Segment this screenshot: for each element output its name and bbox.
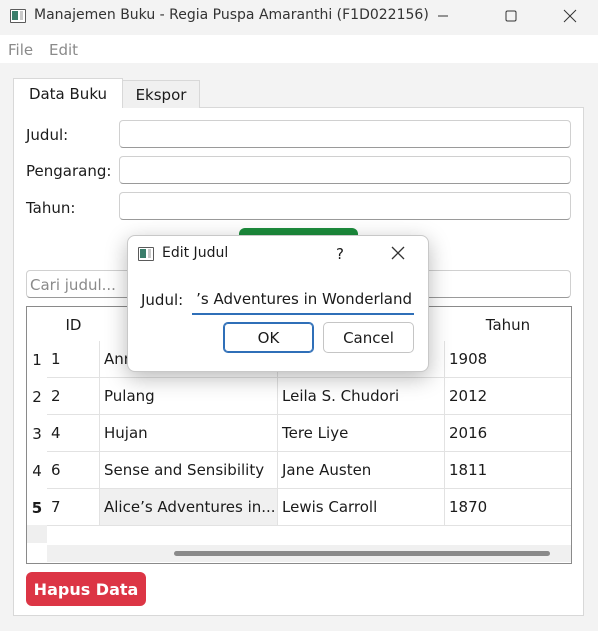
cell-pengarang[interactable]: Jane Austen (278, 452, 445, 489)
row-number[interactable]: 1 (27, 341, 47, 378)
pengarang-label: Pengarang: (26, 162, 112, 180)
cell-judul[interactable]: Pulang (100, 378, 278, 415)
cell-tahun[interactable]: 1811 (445, 452, 571, 489)
judul-label: Judul: (26, 126, 69, 144)
menu-edit[interactable]: Edit (49, 41, 78, 59)
table-corner (27, 525, 47, 543)
cell-tahun[interactable]: 1870 (445, 489, 571, 526)
delete-button[interactable]: Hapus Data (26, 572, 146, 606)
window-title: Manajemen Buku - Regia Puspa Amaranthi (… (34, 7, 429, 23)
close-icon[interactable] (547, 0, 593, 32)
help-icon[interactable]: ? (330, 245, 350, 263)
tab-data-buku[interactable]: Data Buku (13, 78, 123, 108)
dialog-judul-label: Judul: (141, 291, 184, 309)
maximize-icon[interactable] (488, 0, 534, 32)
cell-judul[interactable]: Sense and Sensibility (100, 452, 278, 489)
app-window-icon (10, 9, 26, 23)
dialog-judul-input[interactable]: ’s Adventures in Wonderland (192, 286, 414, 315)
scrollbar-thumb[interactable] (174, 551, 550, 556)
cell-id[interactable]: 4 (47, 415, 100, 452)
cell-tahun[interactable]: 2016 (445, 415, 571, 452)
cell-tahun[interactable]: 2012 (445, 378, 571, 415)
cancel-button[interactable]: Cancel (323, 322, 414, 353)
header-id[interactable]: ID (47, 307, 100, 343)
cell-pengarang[interactable]: Lewis Carroll (278, 489, 445, 526)
tahun-label: Tahun: (26, 199, 76, 217)
menu-file[interactable]: File (8, 41, 33, 59)
search-placeholder: Cari judul... (30, 276, 116, 294)
cell-pengarang[interactable]: Leila S. Chudori (278, 378, 445, 415)
row-number[interactable]: 5 (27, 489, 47, 526)
header-tahun[interactable]: Tahun (445, 307, 571, 343)
tab-ekspor[interactable]: Ekspor (123, 80, 200, 108)
pengarang-field[interactable] (119, 156, 571, 184)
cell-judul[interactable]: Hujan (100, 415, 278, 452)
ok-button[interactable]: OK (223, 322, 314, 353)
row-number[interactable]: 3 (27, 415, 47, 452)
dialog-title: Edit Judul (162, 245, 229, 261)
minimize-icon[interactable] (420, 0, 466, 32)
row-number[interactable]: 4 (27, 452, 47, 489)
row-number[interactable]: 2 (27, 378, 47, 415)
cell-pengarang[interactable]: Tere Liye (278, 415, 445, 452)
cell-id[interactable]: 6 (47, 452, 100, 489)
cell-id[interactable]: 7 (47, 489, 100, 526)
dialog-input-text: ’s Adventures in Wonderland (196, 290, 412, 308)
cell-id[interactable]: 2 (47, 378, 100, 415)
cell-tahun[interactable]: 1908 (445, 341, 571, 378)
dialog-close-icon[interactable] (384, 239, 412, 267)
dialog-app-icon (138, 247, 154, 261)
tahun-field[interactable] (119, 192, 571, 220)
menu-bar (0, 35, 598, 63)
judul-field[interactable] (119, 120, 571, 148)
cell-judul[interactable]: Alice’s Adventures in... (100, 489, 278, 526)
cell-id[interactable]: 1 (47, 341, 100, 378)
